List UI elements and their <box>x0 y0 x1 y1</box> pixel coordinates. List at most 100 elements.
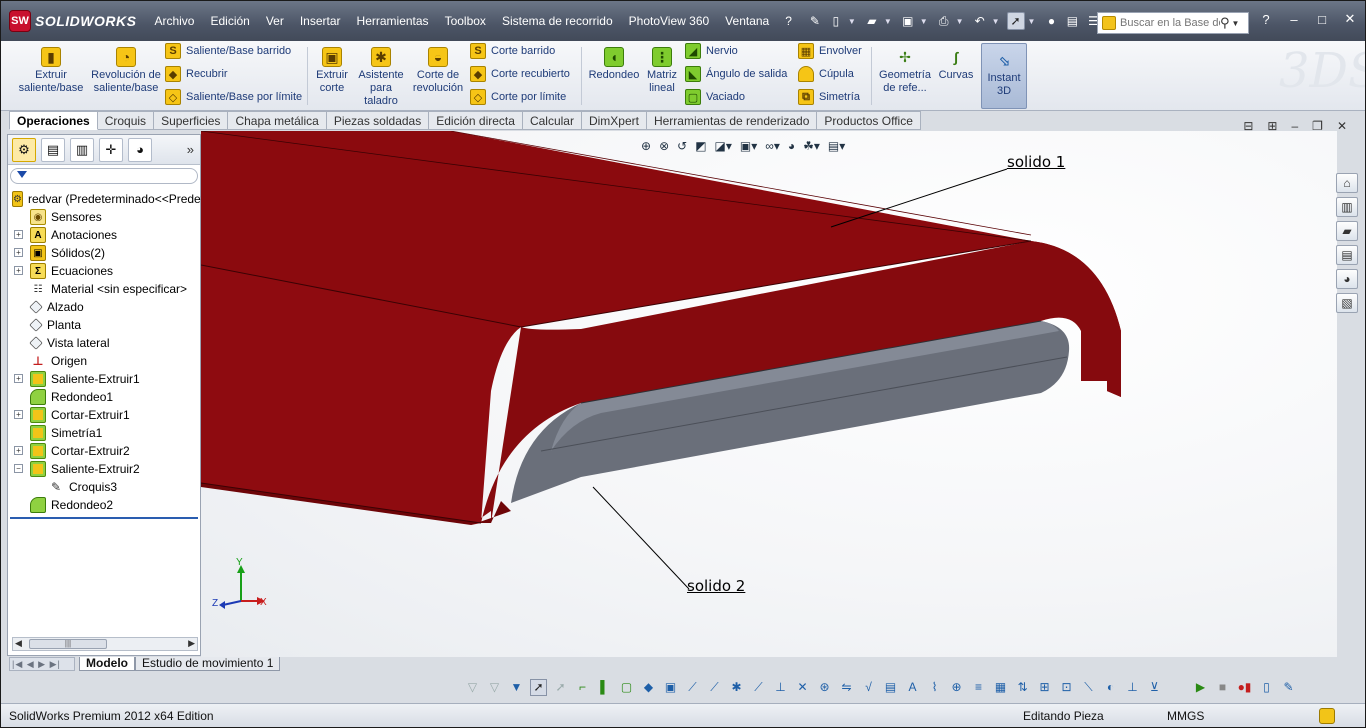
tree-item[interactable]: Planta <box>8 316 200 334</box>
tree-item[interactable]: ⊥ Origen <box>8 352 200 370</box>
lofted-cut-button[interactable]: ◆ Corte recubierto <box>470 64 570 84</box>
filter-cog-icon[interactable]: ◐ <box>1102 679 1119 696</box>
filter-connection-points-icon[interactable]: ⊞ <box>1036 679 1053 696</box>
tree-item[interactable]: ☷ Material <sin especificar> <box>8 280 200 298</box>
chevron-down-icon[interactable]: ▼ <box>884 17 892 26</box>
menu-ayuda[interactable]: ? <box>777 1 800 41</box>
select-pointer-icon[interactable]: ➚ <box>1006 12 1025 30</box>
tab-edicion-directa[interactable]: Edición directa <box>429 111 523 130</box>
tree-filter[interactable] <box>10 168 198 184</box>
filter-sketch-segments-icon[interactable]: ⟋ <box>750 679 767 696</box>
maximize-icon[interactable]: □ <box>1313 10 1331 28</box>
filter-more-icon[interactable]: ⊻ <box>1146 679 1163 696</box>
scroll-thumb[interactable]: ||| <box>29 639 107 649</box>
view-settings-icon[interactable]: ▤▾ <box>828 139 845 153</box>
section-view-icon[interactable]: ◩ <box>695 139 706 153</box>
menu-insertar[interactable]: Insertar <box>292 1 349 41</box>
expand-icon[interactable]: + <box>14 230 23 239</box>
filter-cosmetic-threads-icon[interactable]: ≡ <box>970 679 987 696</box>
apply-scene-icon[interactable]: ☘▾ <box>803 139 820 153</box>
chevron-down-icon[interactable]: ▼ <box>920 17 928 26</box>
tree-root[interactable]: ⚙ redvar (Predeterminado<<Predeterminado>… <box>8 190 265 208</box>
revolve-boss-button[interactable]: ◔ Revolución de saliente/base <box>91 47 161 95</box>
tree-item[interactable]: ✎ Croquis3 <box>8 478 200 496</box>
chevron-down-icon[interactable]: ▼ <box>992 17 1000 26</box>
menu-archivo[interactable]: Archivo <box>146 1 202 41</box>
tree-item[interactable]: Vista lateral <box>8 334 200 352</box>
filter-faces-icon[interactable]: ▢ <box>618 679 635 696</box>
select-other-icon[interactable]: ➚ <box>552 679 569 696</box>
filter-dowel-pins-icon[interactable]: ⇅ <box>1014 679 1031 696</box>
menu-toolbox[interactable]: Toolbox <box>437 1 494 41</box>
filter-notes-icon[interactable]: A <box>904 679 921 696</box>
filter-centerlines-icon[interactable]: ⊛ <box>816 679 833 696</box>
reference-geometry-button[interactable]: ✢ Geometría de refe... <box>877 47 933 95</box>
tab-productos-office[interactable]: Productos Office <box>817 111 921 130</box>
tab-dimxpert[interactable]: DimXpert <box>581 111 647 130</box>
tab-modelo[interactable]: Modelo <box>79 657 135 671</box>
tab-estudio-movimiento[interactable]: Estudio de movimiento 1 <box>135 657 281 671</box>
filter-toggle-icon[interactable]: ▽ <box>464 679 481 696</box>
tree-item[interactable]: + Σ Ecuaciones <box>8 262 200 280</box>
filter-midpoints-icon[interactable]: ⊥ <box>772 679 789 696</box>
filter-clear-icon[interactable]: ▽ <box>486 679 503 696</box>
tab-chapa-metalica[interactable]: Chapa metálica <box>228 111 327 130</box>
print-icon[interactable]: ⎙ <box>935 12 953 30</box>
minimize-icon[interactable]: – <box>1285 10 1303 28</box>
filter-surfaces-icon[interactable]: ◆ <box>640 679 657 696</box>
mirror-button[interactable]: ⧉ Simetría <box>798 87 860 107</box>
draft-button[interactable]: ◣ Ángulo de salida <box>685 64 787 84</box>
tab-superficies[interactable]: Superficies <box>154 111 229 130</box>
rebuild-indicator-icon[interactable] <box>1319 708 1335 724</box>
status-units[interactable]: MMGS <box>1167 709 1204 723</box>
graphics-area[interactable]: Y X Z ⊕ ⊗ ↺ ◩ ◪▾ ▣▾ ∞▾ ◕ ☘▾ ▤▾ solido 1 … <box>201 131 1337 657</box>
tab-operaciones[interactable]: Operaciones <box>9 111 98 130</box>
menu-ventana[interactable]: Ventana <box>717 1 777 41</box>
play-icon[interactable]: ▶ <box>1192 679 1209 696</box>
filter-planes-icon[interactable]: ⟋ <box>706 679 723 696</box>
menu-edicion[interactable]: Edición <box>202 1 257 41</box>
filter-edges-icon[interactable]: ▌ <box>596 679 613 696</box>
filter-mid-planes-icon[interactable]: ⟍ <box>1080 679 1097 696</box>
filter-blocks-icon[interactable]: ▦ <box>992 679 1009 696</box>
rebuild-traffic-light-icon[interactable]: ● <box>1042 12 1060 30</box>
knowledge-base-search[interactable]: ⚲ ▼ <box>1097 12 1249 34</box>
zoom-to-area-icon[interactable]: ⊗ <box>659 139 669 153</box>
tab-piezas-soldadas[interactable]: Piezas soldadas <box>326 111 430 130</box>
rib-button[interactable]: ◢ Nervio <box>685 41 738 61</box>
swept-cut-button[interactable]: S Corte barrido <box>470 41 555 61</box>
file-properties-icon[interactable]: ▤ <box>1063 12 1081 30</box>
tree-item[interactable]: + Cortar-Extruir2 <box>8 442 200 460</box>
revolve-cut-button[interactable]: ◒ Corte de revolución <box>411 47 465 95</box>
tree-item[interactable]: + ▣ Sólidos(2) <box>8 244 200 262</box>
chevron-down-icon[interactable]: ▼ <box>848 17 856 26</box>
hide-show-items-icon[interactable]: ∞▾ <box>765 139 780 153</box>
menu-sistema-recorrido[interactable]: Sistema de recorrido <box>494 1 621 41</box>
filter-axes-icon[interactable]: ⟋ <box>684 679 701 696</box>
design-library-icon[interactable]: ▥ <box>1336 197 1358 217</box>
app-logo[interactable]: SW SOLIDWORKS <box>1 1 146 41</box>
new-document-icon[interactable]: ▯ <box>827 12 845 30</box>
tree-item[interactable]: Redondeo2 <box>8 496 200 514</box>
boundary-boss-button[interactable]: ◇ Saliente/Base por límite <box>165 87 302 107</box>
hole-wizard-button[interactable]: ✱ Asistente para taladro <box>355 47 407 108</box>
scroll-left-icon[interactable]: ◀ <box>15 638 22 649</box>
fillet-button[interactable]: ◖ Redondeo <box>587 47 641 82</box>
display-style-icon[interactable]: ▣▾ <box>740 139 757 153</box>
solidworks-resources-icon[interactable]: ⌂ <box>1336 173 1358 193</box>
select-pointer-icon[interactable]: ➚ <box>530 678 547 696</box>
close-icon[interactable]: ✕ <box>1341 10 1359 28</box>
menu-herramientas[interactable]: Herramientas <box>349 1 437 41</box>
filter-geometric-tolerance-icon[interactable]: ▤ <box>882 679 899 696</box>
wrap-button[interactable]: ▦ Envolver <box>798 41 862 61</box>
filter-weld-symbols-icon[interactable]: ⌇ <box>926 679 943 696</box>
tree-item[interactable]: Alzado <box>8 298 200 316</box>
search-input[interactable] <box>1120 17 1220 29</box>
tab-croquis[interactable]: Croquis <box>97 111 155 130</box>
menu-photoview[interactable]: PhotoView 360 <box>621 1 718 41</box>
appearances-icon[interactable]: ◕ <box>1336 269 1358 289</box>
edit-appearance-icon[interactable]: ◕ <box>788 139 795 153</box>
configuration-manager-tab-icon[interactable]: ▥ <box>70 137 94 162</box>
display-manager-tab-icon[interactable]: ◕ <box>128 137 152 162</box>
view-orientation-icon[interactable]: ◪▾ <box>715 139 732 153</box>
